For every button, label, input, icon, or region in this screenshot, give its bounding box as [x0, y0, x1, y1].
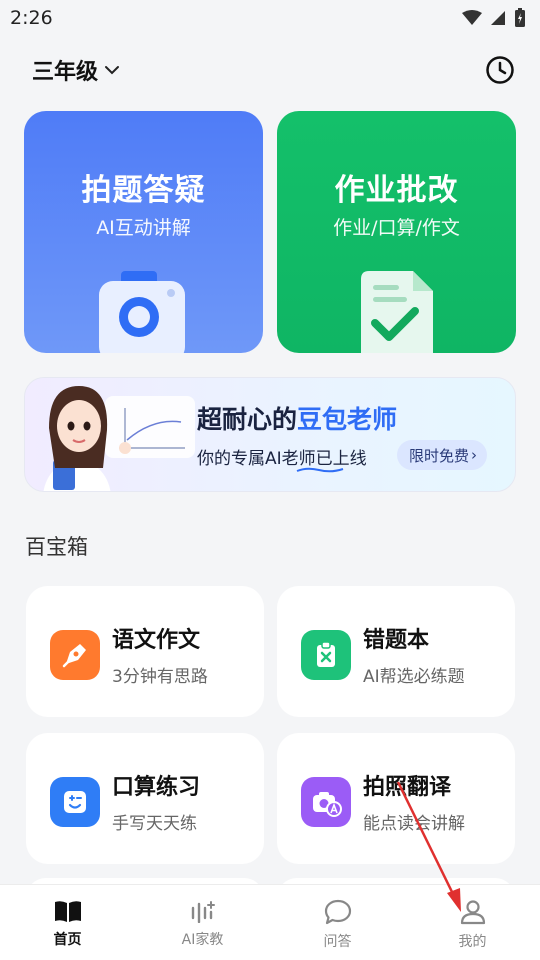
tool-name: 语文作文	[112, 628, 201, 653]
tab-label: AI家教	[181, 932, 224, 948]
photo-answer-subtitle: AI互动讲解	[96, 217, 191, 239]
tool-card-essay[interactable]: 语文作文 3分钟有思路	[26, 586, 264, 717]
grade-label: 三年级	[32, 60, 99, 85]
tab-mine[interactable]: 我的	[405, 885, 540, 960]
chat-bubble-icon	[324, 899, 351, 925]
teacher-avatar-illustration	[43, 386, 195, 491]
tool-name: 拍照翻译	[363, 775, 452, 800]
camera-icon	[98, 271, 185, 353]
tab-ai-tutor[interactable]: AI家教	[135, 885, 270, 960]
tool-desc: AI帮选必练题	[363, 667, 465, 687]
chevron-down-icon	[105, 66, 120, 75]
camera-translate-icon	[301, 777, 351, 827]
chevron-right-icon: ›	[471, 446, 478, 464]
ai-tutor-icon	[191, 901, 215, 923]
book-icon	[54, 901, 81, 922]
section-title: 百宝箱	[25, 535, 88, 559]
pen-nib-icon	[50, 630, 100, 680]
free-trial-pill[interactable]: 限时免费 ›	[397, 440, 488, 470]
tab-label: 我的	[458, 934, 487, 950]
tab-label: 首页	[53, 932, 82, 948]
signal-icon	[491, 11, 505, 25]
photo-answer-title: 拍题答疑	[81, 173, 206, 208]
battery-icon	[515, 8, 525, 27]
banner-headline: 超耐心的豆包老师	[197, 400, 397, 436]
history-button[interactable]	[484, 54, 516, 86]
status-bar: 2:26	[0, 0, 540, 36]
banner-headline-prefix: 超耐心的	[197, 405, 298, 434]
bottom-tab-bar: 首页 AI家教 问答 我的	[0, 884, 540, 960]
status-icons	[462, 8, 526, 28]
wifi-icon	[462, 10, 482, 25]
tool-card-mistakes[interactable]: 错题本 AI帮选必练题	[277, 586, 515, 717]
tool-desc: 能点读会讲解	[363, 814, 465, 834]
underline-squiggle	[296, 467, 344, 473]
tab-qa[interactable]: 问答	[270, 885, 405, 960]
homework-check-card[interactable]: 作业批改 作业/口算/作文	[277, 111, 516, 353]
clock-icon	[486, 56, 514, 84]
tool-name: 口算练习	[112, 775, 201, 800]
ai-teacher-banner[interactable]: 超耐心的豆包老师 你的专属AI老师已上线 限时免费 ›	[24, 377, 516, 492]
clipboard-x-icon	[301, 630, 351, 680]
tool-desc: 手写天天练	[112, 814, 197, 834]
homework-check-title: 作业批改	[334, 173, 459, 208]
homework-check-subtitle: 作业/口算/作文	[333, 217, 460, 239]
tab-home[interactable]: 首页	[0, 885, 135, 960]
document-check-icon	[360, 271, 433, 353]
tool-card-photo-translate[interactable]: 拍照翻译 能点读会讲解	[277, 733, 515, 864]
tool-desc: 3分钟有思路	[112, 667, 208, 687]
photo-answer-card[interactable]: 拍题答疑 AI互动讲解	[24, 111, 263, 353]
tab-label: 问答	[323, 934, 352, 950]
status-time: 2:26	[10, 7, 53, 29]
header: 三年级	[0, 48, 540, 92]
tool-card-mental-math[interactable]: 口算练习 手写天天练	[26, 733, 264, 864]
banner-headline-highlight: 豆包老师	[297, 405, 398, 434]
person-icon	[460, 900, 485, 925]
grade-selector[interactable]: 三年级	[32, 54, 120, 86]
free-trial-label: 限时免费	[409, 446, 470, 465]
tool-name: 错题本	[363, 628, 430, 653]
calc-face-icon	[50, 777, 100, 827]
